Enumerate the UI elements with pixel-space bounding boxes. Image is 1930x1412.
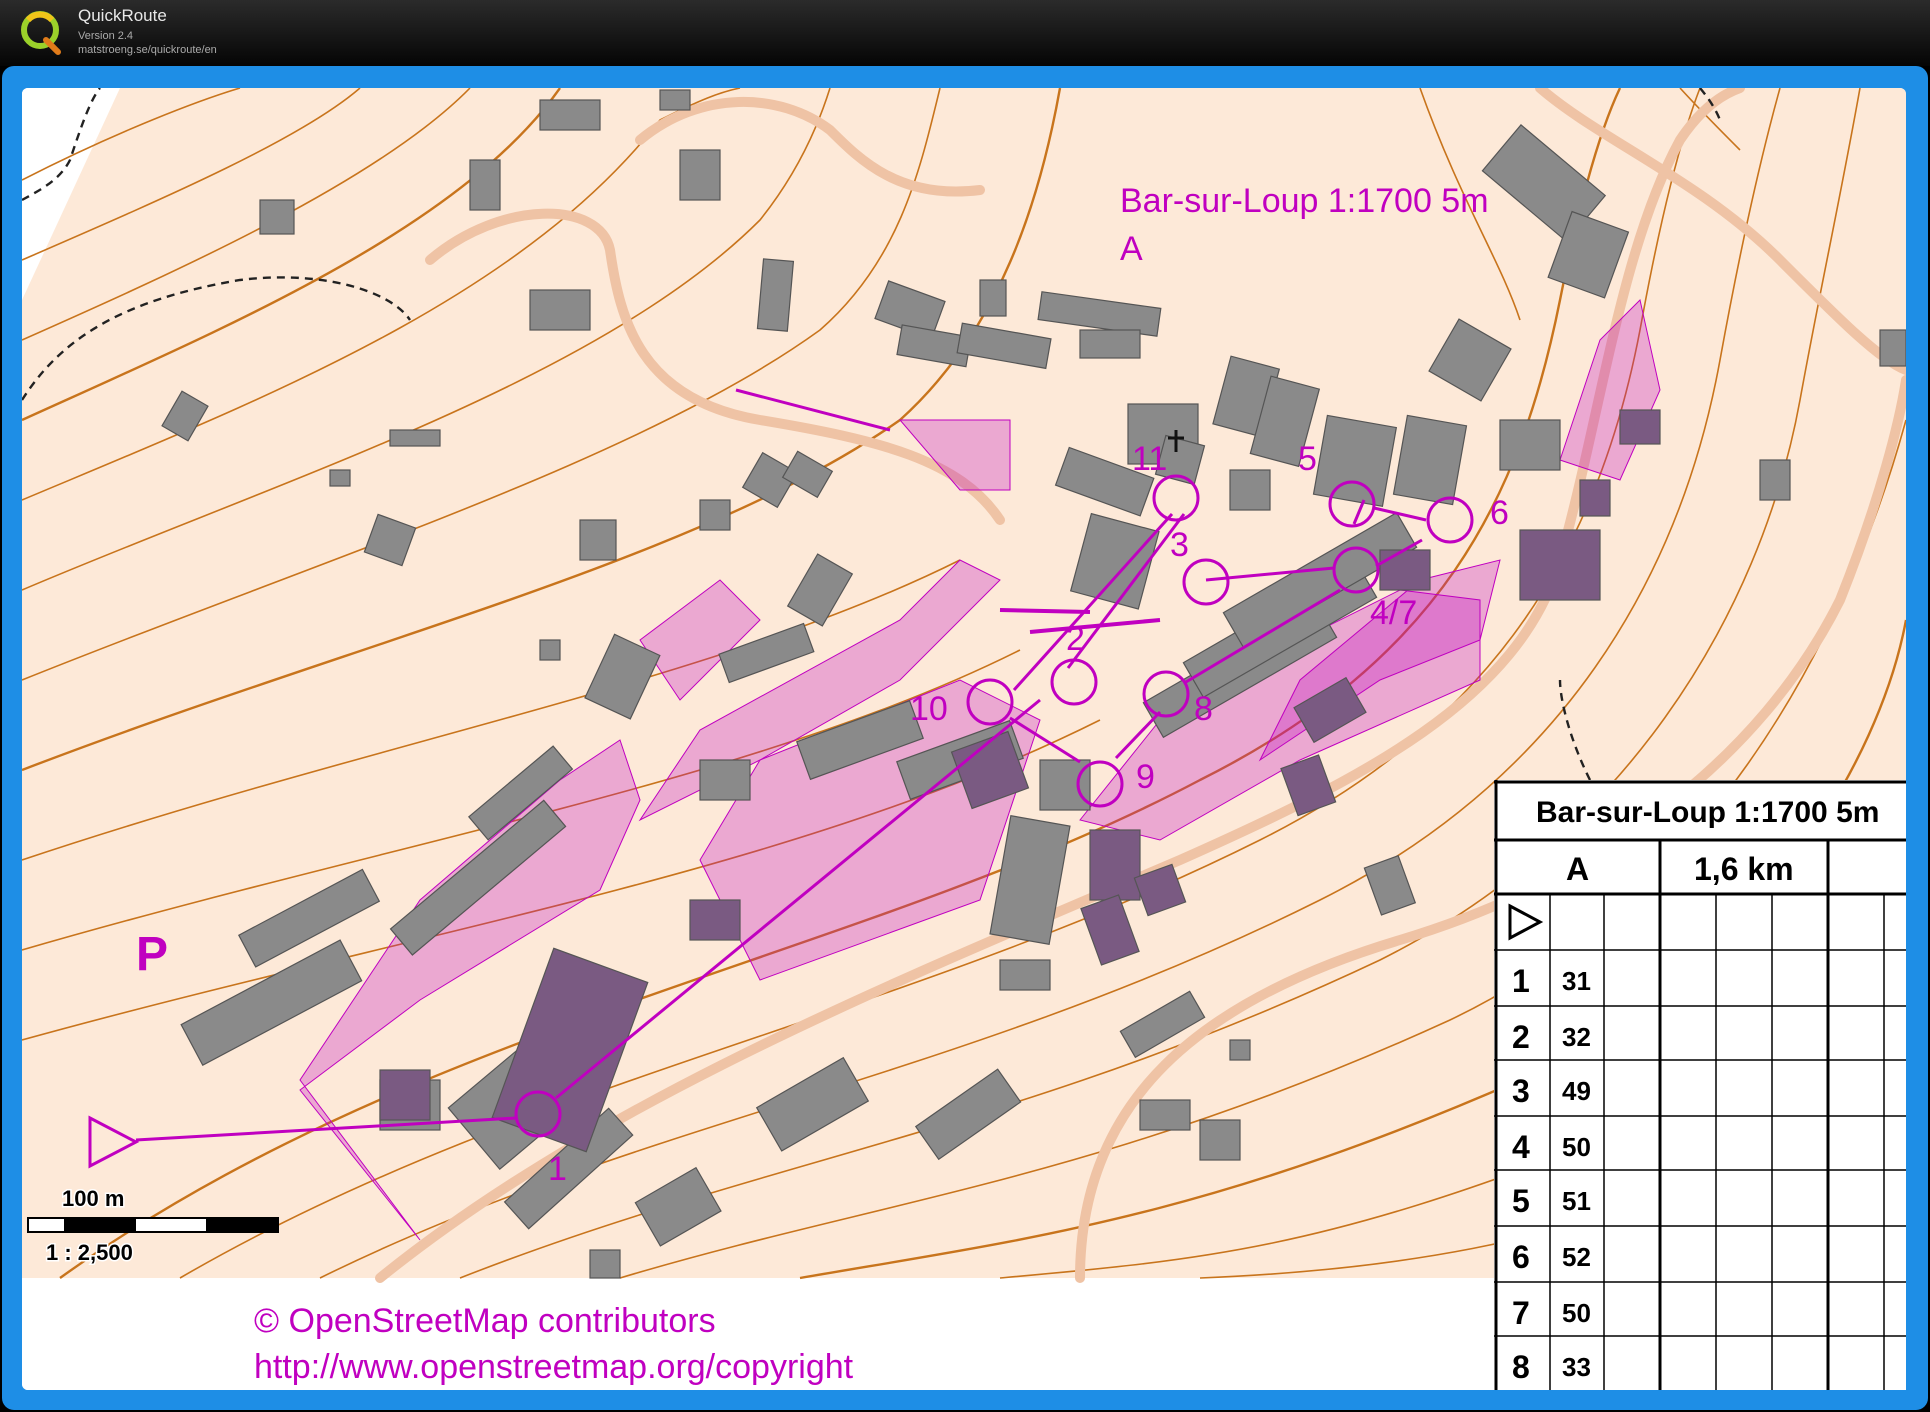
control-label-3: 3 [1170, 526, 1189, 564]
sheet-row-num: 4 [1512, 1129, 1530, 1165]
sheet-row-num: 8 [1512, 1349, 1530, 1385]
sheet-length: 1,6 km [1694, 851, 1794, 887]
sheet-row-num: 6 [1512, 1239, 1530, 1275]
control-label-1: 1 [548, 1150, 567, 1188]
control-label-5: 5 [1298, 440, 1317, 478]
quickroute-logo-icon [21, 11, 61, 55]
sheet-row-code: 31 [1562, 966, 1591, 996]
parking-symbol: P [136, 928, 168, 981]
control-label-11: 11 [1132, 440, 1167, 478]
app-title: QuickRoute [78, 6, 167, 25]
copyright-line-1[interactable]: © OpenStreetMap contributors [254, 1302, 716, 1340]
sheet-row-num: 1 [1512, 963, 1530, 999]
control-description-sheet: Bar-sur-Loup 1:1700 5m A 1,6 km 1 31 2 3… [1494, 780, 1906, 1390]
sheet-row-num: 5 [1512, 1183, 1530, 1219]
sheet-title: Bar-sur-Loup 1:1700 5m [1536, 796, 1879, 829]
sheet-row-code: 33 [1562, 1352, 1591, 1382]
control-label-10: 10 [910, 690, 948, 728]
sheet-row-code: 50 [1562, 1132, 1591, 1162]
control-label-9: 9 [1136, 758, 1155, 796]
control-label-6: 6 [1490, 494, 1509, 532]
sheet-row-num: 2 [1512, 1019, 1530, 1055]
control-label-8: 8 [1194, 690, 1213, 728]
sheet-row-code: 52 [1562, 1242, 1591, 1272]
scale-ratio: 1 : 2,500 [46, 1240, 133, 1265]
map-title: Bar-sur-Loup 1:1700 5m [1120, 182, 1489, 220]
control-label-2: 2 [1066, 620, 1085, 658]
description-sheet-graphic: Bar-sur-Loup 1:1700 5m A 1,6 km 1 31 2 3… [1494, 780, 1906, 1390]
sheet-row-code: 32 [1562, 1022, 1591, 1052]
sheet-row-num: 7 [1512, 1295, 1530, 1331]
app-version: Version 2.4 [78, 30, 134, 42]
map-course-label: A [1120, 230, 1143, 268]
sheet-row-num: 3 [1512, 1073, 1530, 1109]
sheet-row-code: 51 [1562, 1186, 1591, 1216]
sheet-row-code: 50 [1562, 1298, 1591, 1328]
sheet-row-code: 49 [1562, 1076, 1591, 1106]
copyright-line-2[interactable]: http://www.openstreetmap.org/copyright [254, 1348, 854, 1386]
control-label-4-7: 4/7 [1370, 594, 1417, 632]
app-url[interactable]: matstroeng.se/quickroute/en [78, 44, 217, 56]
sheet-course: A [1566, 851, 1589, 887]
title-bar: QuickRoute Version 2.4 matstroeng.se/qui… [0, 0, 1930, 66]
scale-bar-label: 100 m [62, 1186, 124, 1211]
